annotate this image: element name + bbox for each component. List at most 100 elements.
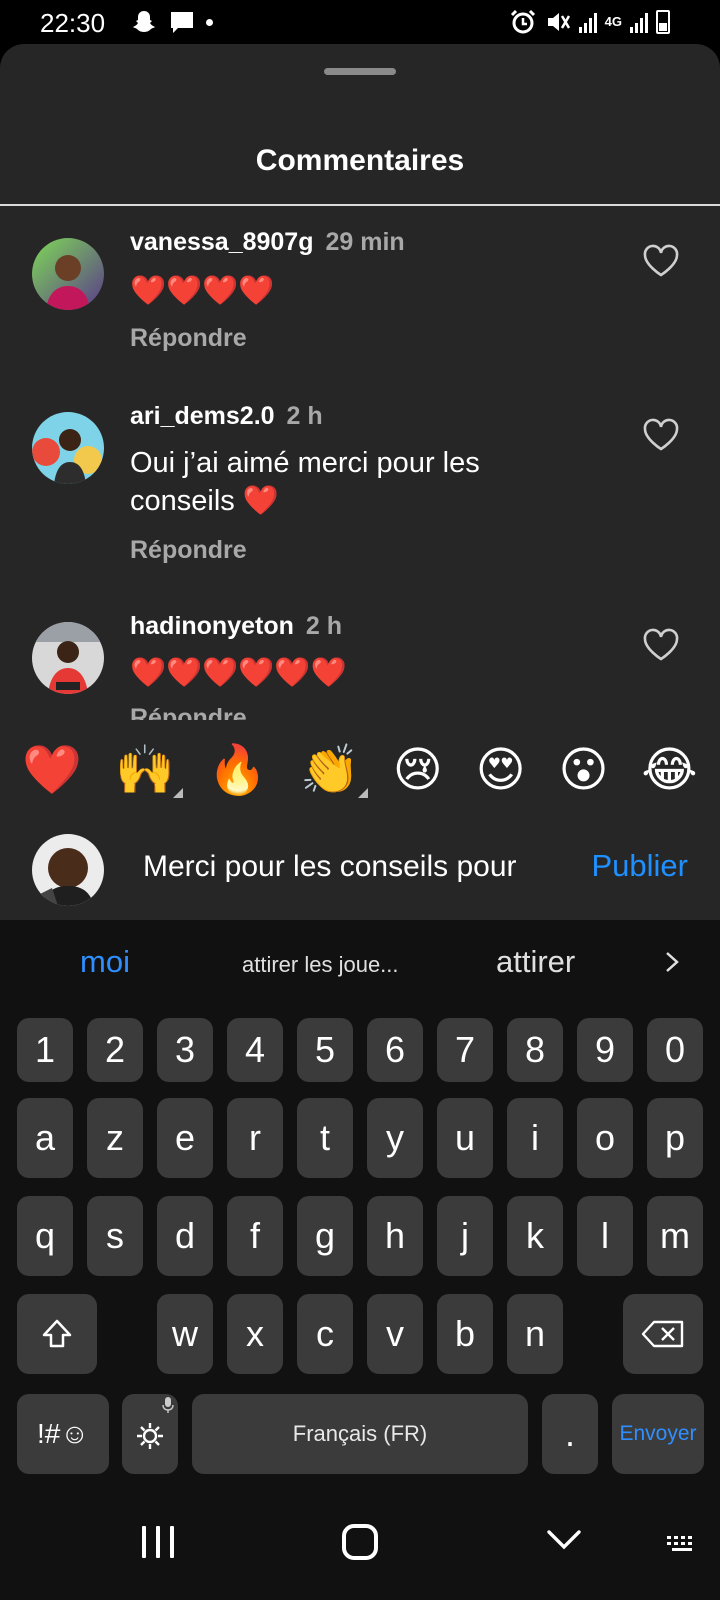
space-key[interactable]: Français (FR)	[192, 1394, 528, 1474]
reaction-crying[interactable]: 😢	[393, 746, 443, 794]
comments-sheet: Commentaires vanessa_8907g 29 min ❤️❤️❤️❤…	[0, 44, 720, 920]
key[interactable]: u	[437, 1098, 493, 1178]
key[interactable]: g	[297, 1196, 353, 1276]
key[interactable]: w	[157, 1294, 213, 1374]
comment-item: vanessa_8907g 29 min ❤️❤️❤️❤️ Répondre	[0, 206, 720, 376]
publish-button[interactable]: Publier	[592, 848, 689, 884]
symbols-key[interactable]: !#☺	[17, 1394, 109, 1474]
comment-text: Oui j’ai aimé merci pour les conseils ❤️	[130, 447, 480, 517]
status-time: 22:30	[40, 8, 106, 38]
reply-button[interactable]: Répondre	[130, 536, 247, 565]
recents-icon[interactable]	[142, 1526, 174, 1558]
reaction-heart-eyes[interactable]: 😍	[476, 746, 526, 794]
key[interactable]: y	[367, 1098, 423, 1178]
key[interactable]: a	[17, 1098, 73, 1178]
keyboard-icon[interactable]	[666, 1534, 698, 1554]
gear-icon	[137, 1423, 163, 1449]
reaction-fire[interactable]: 🔥	[208, 746, 268, 794]
like-heart-icon[interactable]	[642, 244, 680, 278]
keyboard: moi attirer les joue... attirer 1 2 3 4 …	[0, 920, 720, 1480]
mute-icon	[547, 13, 570, 31]
status-bar: 22:30 4G	[0, 0, 720, 44]
chevron-right-icon[interactable]	[662, 950, 682, 974]
back-chevron-down-icon[interactable]	[546, 1528, 582, 1552]
key[interactable]: p	[647, 1098, 703, 1178]
message-icon	[171, 12, 193, 33]
comment-input[interactable]: Merci pour les conseils pour	[143, 850, 517, 884]
key[interactable]: 1	[17, 1018, 73, 1082]
suggestion-bar: moi attirer les joue... attirer	[0, 920, 720, 1008]
key[interactable]: q	[17, 1196, 73, 1276]
key[interactable]: 5	[297, 1018, 353, 1082]
key[interactable]: m	[647, 1196, 703, 1276]
key[interactable]: h	[367, 1196, 423, 1276]
backspace-key[interactable]	[623, 1294, 703, 1374]
suggestion-item[interactable]: attirer	[496, 944, 575, 980]
drag-handle[interactable]	[324, 68, 396, 75]
avatar[interactable]	[32, 622, 104, 694]
reply-button[interactable]: Répondre	[130, 704, 247, 720]
reaction-raised-hands[interactable]: 🙌	[115, 746, 183, 798]
4g-icon: 4G	[604, 14, 622, 29]
comment-username[interactable]: vanessa_8907g	[130, 228, 313, 256]
suggestion-item[interactable]: moi	[80, 944, 130, 980]
avatar[interactable]	[32, 412, 104, 484]
key[interactable]: l	[577, 1196, 633, 1276]
comment-time: 2 h	[305, 612, 343, 640]
key[interactable]: 8	[507, 1018, 563, 1082]
comment-username[interactable]: ari_dems2.0	[130, 402, 275, 430]
suggestion-item[interactable]: attirer les joue...	[242, 952, 399, 978]
avatar[interactable]	[32, 238, 104, 310]
key[interactable]: x	[227, 1294, 283, 1374]
like-heart-icon[interactable]	[642, 418, 680, 452]
key[interactable]: v	[367, 1294, 423, 1374]
comment-username[interactable]: hadinonyeton	[130, 612, 294, 640]
key[interactable]: d	[157, 1196, 213, 1276]
key[interactable]: 2	[87, 1018, 143, 1082]
key[interactable]: r	[227, 1098, 283, 1178]
avatar	[32, 834, 104, 906]
reaction-clap[interactable]: 👏	[300, 746, 368, 798]
key[interactable]: e	[157, 1098, 213, 1178]
comment-text: ❤️❤️❤️❤️❤️❤️	[130, 657, 347, 689]
snapchat-icon	[133, 11, 155, 32]
key[interactable]: n	[507, 1294, 563, 1374]
comments-list[interactable]: vanessa_8907g 29 min ❤️❤️❤️❤️ Répondre ar…	[0, 206, 720, 720]
reaction-laughing[interactable]: 😂	[641, 746, 697, 794]
comment-item: ari_dems2.0 2 h Oui j’ai aimé merci pour …	[0, 376, 720, 586]
like-heart-icon[interactable]	[642, 628, 680, 662]
send-key[interactable]: Envoyer	[612, 1394, 704, 1474]
shift-icon	[42, 1319, 72, 1348]
backspace-icon	[641, 1320, 684, 1348]
shift-key[interactable]	[17, 1294, 97, 1374]
settings-key[interactable]	[122, 1394, 178, 1474]
key[interactable]: 6	[367, 1018, 423, 1082]
period-key[interactable]: .	[542, 1394, 598, 1474]
reaction-surprised[interactable]: 😮	[559, 746, 609, 794]
key[interactable]: c	[297, 1294, 353, 1374]
key[interactable]: 7	[437, 1018, 493, 1082]
key[interactable]: b	[437, 1294, 493, 1374]
quick-reactions-bar: ❤️ 🙌 🔥 👏 😢 😍 😮 😂	[0, 720, 720, 820]
key[interactable]: 9	[577, 1018, 633, 1082]
key[interactable]: k	[507, 1196, 563, 1276]
reply-button[interactable]: Répondre	[130, 324, 247, 353]
home-icon[interactable]	[342, 1524, 378, 1560]
key[interactable]: o	[577, 1098, 633, 1178]
key[interactable]: 3	[157, 1018, 213, 1082]
key[interactable]: z	[87, 1098, 143, 1178]
key[interactable]: s	[87, 1196, 143, 1276]
alarm-icon	[510, 9, 535, 34]
key[interactable]: t	[297, 1098, 353, 1178]
key[interactable]: f	[227, 1196, 283, 1276]
navigation-bar	[0, 1480, 720, 1600]
comment-composer: Merci pour les conseils pour Publier	[0, 820, 720, 920]
battery-icon	[656, 10, 670, 34]
notification-dot-icon	[206, 18, 213, 26]
key[interactable]: 4	[227, 1018, 283, 1082]
key[interactable]: j	[437, 1196, 493, 1276]
microphone-icon	[162, 1397, 174, 1413]
reaction-heart[interactable]: ❤️	[22, 746, 82, 794]
key[interactable]: i	[507, 1098, 563, 1178]
key[interactable]: 0	[647, 1018, 703, 1082]
